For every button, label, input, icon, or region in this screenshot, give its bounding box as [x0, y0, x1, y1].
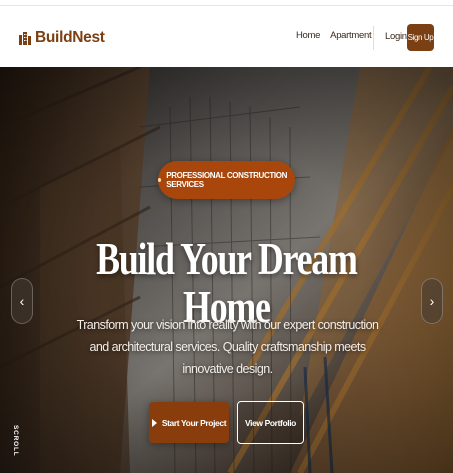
hero-badge: PROFESSIONAL CONSTRUCTION SERVICES	[158, 161, 295, 199]
badge-dot-icon	[158, 178, 162, 182]
start-project-label: Start Your Project	[161, 417, 227, 428]
brand-logo[interactable]: BuildNest	[18, 28, 105, 48]
nav-link-home[interactable]: Home	[296, 30, 320, 41]
prev-slide-button[interactable]: ‹	[11, 278, 33, 324]
chevron-left-icon: ‹	[19, 293, 25, 309]
view-portfolio-button[interactable]: View Portfolio	[237, 401, 304, 444]
signup-button[interactable]: Sign Up	[407, 24, 434, 51]
login-link[interactable]: Login	[385, 31, 407, 42]
hero-subtitle: Transform your vision into reality with …	[76, 318, 379, 376]
scroll-label: SCROLL	[12, 425, 19, 457]
play-icon	[151, 418, 157, 427]
nav-link-apartment[interactable]: Apartment	[330, 30, 371, 41]
chevron-right-icon: ›	[429, 293, 435, 309]
building-icon	[19, 32, 31, 45]
start-project-button[interactable]: Start Your Project	[149, 402, 229, 443]
nav-divider	[373, 26, 374, 50]
next-slide-button[interactable]: ›	[421, 278, 443, 324]
hero-badge-text: PROFESSIONAL CONSTRUCTION SERVICES	[166, 171, 288, 189]
brand-name: BuildNest	[35, 29, 105, 46]
navbar: BuildNest Home Apartment Login Sign Up	[0, 6, 453, 67]
nav-links: Home Apartment	[296, 30, 372, 41]
scroll-indicator[interactable]: SCROLL	[12, 425, 22, 473]
view-portfolio-label: View Portfolio	[245, 417, 296, 428]
hero-section: PROFESSIONAL CONSTRUCTION SERVICES Build…	[0, 67, 453, 473]
